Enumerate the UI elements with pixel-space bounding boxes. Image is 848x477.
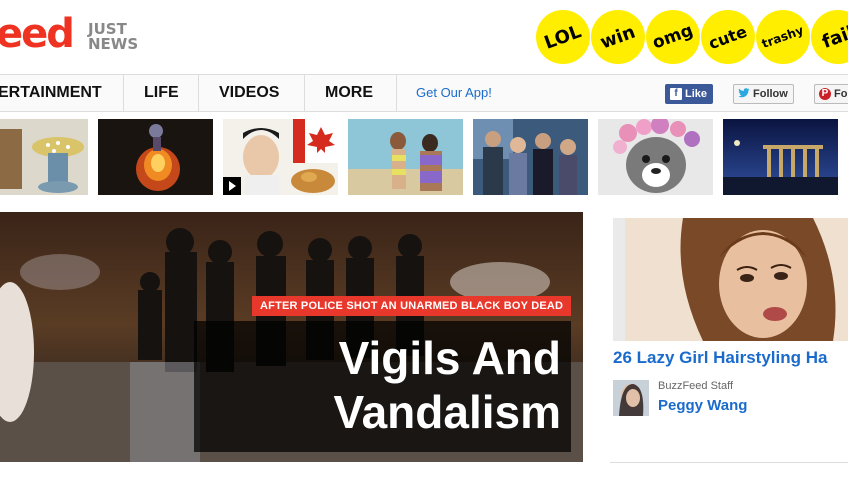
hairstyle-woman-image xyxy=(613,218,848,341)
nav-divider xyxy=(304,75,305,111)
nav-videos[interactable]: VIDEOS xyxy=(219,75,279,111)
site-header: eed JUST NEWS LOL win omg cute trashy fa… xyxy=(0,0,848,72)
cute-badge-label: cute xyxy=(706,21,750,53)
nav-divider xyxy=(198,75,199,111)
fire-figure-image xyxy=(98,119,213,195)
pinterest-follow-label: Fo xyxy=(834,88,848,100)
video-play-icon xyxy=(223,177,241,195)
lol-badge-label: LOL xyxy=(541,20,585,54)
logo-tagline: JUST NEWS xyxy=(88,22,138,52)
omg-badge-icon[interactable]: omg xyxy=(646,10,700,64)
pinterest-icon: P xyxy=(819,88,831,100)
thumb-ruins-night[interactable] xyxy=(723,119,838,195)
tv-cast-image xyxy=(473,119,588,195)
ruins-night-image xyxy=(723,119,838,195)
feature-title-line1: Vigils And xyxy=(338,332,561,384)
nav-entertainment[interactable]: ERTAINMENT xyxy=(0,75,102,111)
pinterest-follow-button[interactable]: P Fo xyxy=(814,84,848,104)
author-role: BuzzFeed Staff xyxy=(658,380,734,392)
nav-divider xyxy=(396,75,397,111)
fail-badge-icon[interactable]: fail xyxy=(811,10,848,64)
facebook-like-label: Like xyxy=(685,88,708,100)
fail-badge-label: fail xyxy=(819,21,848,53)
twitter-follow-label: Follow xyxy=(753,88,788,100)
author-name-link[interactable]: Peggy Wang xyxy=(658,397,747,414)
win-badge-icon[interactable]: win xyxy=(591,10,645,64)
thumb-fire-figure[interactable] xyxy=(98,119,213,195)
main-nav: ERTAINMENT LIFE VIDEOS MORE Get Our App!… xyxy=(0,74,848,112)
lol-badge-icon[interactable]: LOL xyxy=(536,10,590,64)
cute-badge-icon[interactable]: cute xyxy=(701,10,755,64)
thumb-tv-cast[interactable] xyxy=(473,119,588,195)
author-avatar[interactable] xyxy=(613,380,649,416)
nav-more[interactable]: MORE xyxy=(325,75,373,111)
flower-dog-image xyxy=(598,119,713,195)
nav-life[interactable]: LIFE xyxy=(144,75,179,111)
omg-badge-label: omg xyxy=(650,20,696,54)
feature-title[interactable]: Vigils And Vandalism xyxy=(194,321,571,439)
feature-title-box[interactable]: Vigils And Vandalism xyxy=(194,321,571,452)
thumb-beach-women[interactable] xyxy=(348,119,463,195)
thumb-flower-dog[interactable] xyxy=(598,119,713,195)
twitter-icon xyxy=(738,88,750,100)
sidebar-article-title[interactable]: 26 Lazy Girl Hairstyling Ha xyxy=(613,348,848,368)
win-badge-label: win xyxy=(597,21,639,53)
trashy-badge-icon[interactable]: trashy xyxy=(756,10,810,64)
buzzfeed-logo[interactable]: eed xyxy=(0,14,75,54)
nav-divider xyxy=(123,75,124,111)
sidebar-feature-image[interactable] xyxy=(613,218,848,341)
spools-image xyxy=(0,119,88,195)
twitter-follow-button[interactable]: Follow xyxy=(733,84,794,104)
tagline-news: NEWS xyxy=(88,35,139,53)
thumb-spools[interactable] xyxy=(0,119,88,195)
facebook-icon: f xyxy=(670,88,682,100)
feature-title-line2: Vandalism xyxy=(333,386,561,438)
feature-tag[interactable]: AFTER POLICE SHOT AN UNARMED BLACK BOY D… xyxy=(252,296,572,316)
thumb-canada-video[interactable] xyxy=(223,119,338,195)
trashy-badge-label: trashy xyxy=(760,23,806,51)
beach-women-image xyxy=(348,119,463,195)
sidebar-divider xyxy=(610,462,848,463)
get-app-link[interactable]: Get Our App! xyxy=(416,75,492,111)
facebook-like-button[interactable]: f Like xyxy=(665,84,714,104)
